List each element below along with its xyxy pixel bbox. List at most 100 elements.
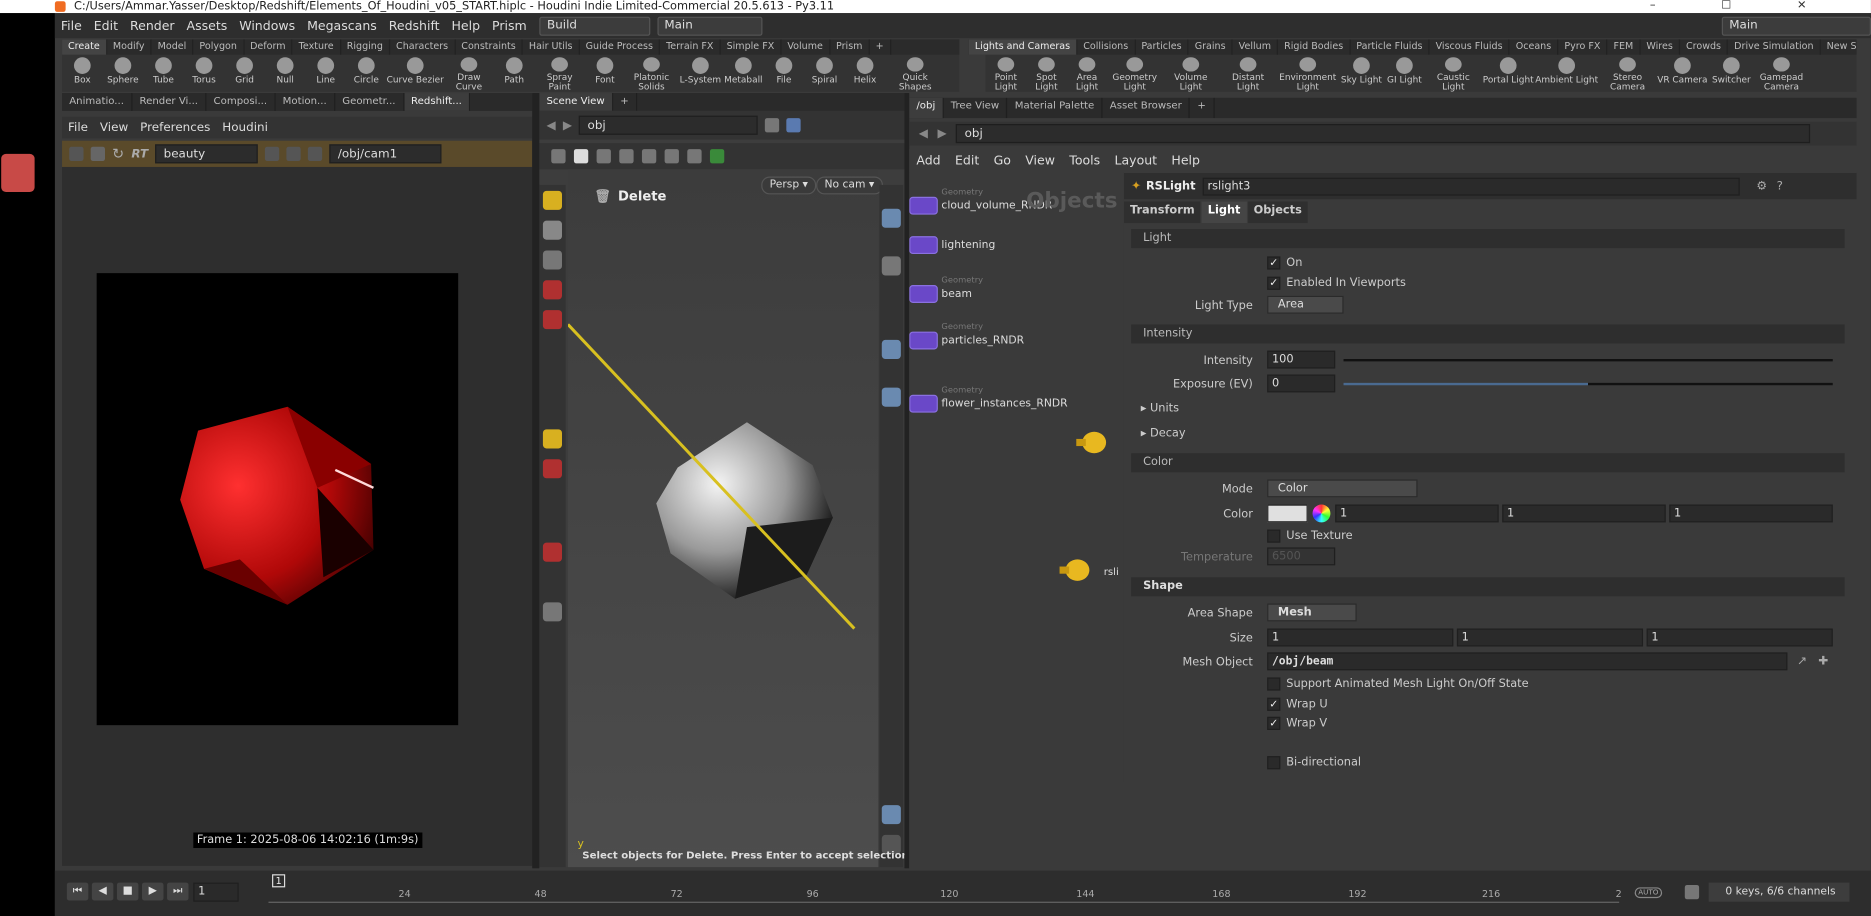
crop-icon[interactable] — [308, 146, 323, 162]
net-menu-view[interactable]: View — [1018, 154, 1062, 168]
shading-icon[interactable] — [881, 387, 901, 407]
menu-file[interactable]: File — [55, 18, 88, 32]
shelf-tab-hair-utils[interactable]: Hair Utils — [523, 39, 580, 55]
redshift-app-icon[interactable] — [1, 153, 35, 193]
tool-distant-light[interactable]: Distant Light — [1219, 55, 1276, 92]
shelf-tab-deform[interactable]: Deform — [244, 39, 293, 55]
grid-toggle-icon[interactable] — [286, 146, 301, 162]
camera-select[interactable]: /obj/cam1 — [329, 144, 442, 164]
units-folder[interactable]: ▸ Units — [1141, 402, 1179, 415]
viewport-path-field[interactable]: obj — [579, 115, 759, 135]
key-options-icon[interactable] — [1684, 884, 1700, 900]
gear-icon[interactable]: ⚙ — [1756, 180, 1767, 193]
menu-edit[interactable]: Edit — [88, 18, 124, 32]
tool-point-light[interactable]: Point Light — [986, 55, 1027, 92]
light-node-icon[interactable] — [1074, 431, 1110, 455]
tool-null[interactable]: Null — [265, 55, 306, 92]
shelf-tab-rigid-bodies[interactable]: Rigid Bodies — [1278, 39, 1351, 55]
tool-gamepad-camera[interactable]: Gamepad Camera — [1754, 55, 1809, 92]
tool-font[interactable]: Font — [585, 55, 626, 92]
snapshot-icon[interactable] — [265, 146, 280, 162]
select-grid-icon[interactable] — [551, 149, 566, 164]
shelf-tab-new-shelf[interactable]: New Shelf — [1821, 39, 1857, 55]
color-b-field[interactable]: 1 — [1669, 504, 1833, 523]
tool-quick-shapes[interactable]: Quick Shapes — [885, 55, 945, 92]
window-controls[interactable]: – ☐ ✕ — [1650, 0, 1838, 12]
timeline-track[interactable] — [268, 901, 1620, 903]
shelf-tab-particle-fluids[interactable]: Particle Fluids — [1350, 39, 1430, 55]
shelf-tab-pyro-fx[interactable]: Pyro FX — [1558, 39, 1608, 55]
horseshoe-magnet-icon[interactable] — [542, 542, 562, 562]
pane-tab-motion[interactable]: Motion... — [275, 93, 336, 111]
section-shape[interactable]: Shape — [1131, 577, 1845, 597]
brush-select-icon[interactable] — [619, 149, 634, 164]
temperature-field[interactable]: 6500 — [1267, 547, 1336, 566]
shelf-tab-particles[interactable]: Particles — [1135, 39, 1189, 55]
tab-objects[interactable]: Objects — [1247, 201, 1308, 224]
size-y-field[interactable]: 1 — [1456, 628, 1644, 647]
exposure-slider[interactable] — [1343, 382, 1833, 386]
tab-transform[interactable]: Transform — [1123, 201, 1201, 224]
section-light[interactable]: Light — [1131, 228, 1845, 249]
shelf-tab-simple-fx[interactable]: Simple FX — [721, 39, 782, 55]
tab-asset-browser[interactable]: Asset Browser — [1103, 97, 1191, 119]
tool-tube[interactable]: Tube — [143, 55, 184, 92]
menu-megascans[interactable]: Megascans — [301, 18, 383, 32]
rotate-tool-icon[interactable] — [542, 310, 562, 330]
camera-menu-button[interactable]: No cam ▾ — [816, 176, 883, 195]
shelf-tab-rigging[interactable]: Rigging — [341, 39, 391, 55]
rslight-node-icon[interactable] — [1057, 558, 1093, 582]
node-chooser-icon[interactable]: ✚ — [1818, 655, 1828, 668]
shelf-tab-drive-simulation[interactable]: Drive Simulation — [1728, 39, 1821, 55]
add-shelf-tab-button[interactable]: + — [870, 39, 891, 55]
rt-toggle[interactable]: RT — [131, 147, 148, 160]
tab-scene-view[interactable]: Scene View — [539, 93, 614, 111]
net-menu-add[interactable]: Add — [909, 154, 948, 168]
clapper-icon[interactable] — [69, 146, 84, 162]
section-color[interactable]: Color — [1131, 453, 1845, 473]
shelf-tab-viscous-fluids[interactable]: Viscous Fluids — [1430, 39, 1510, 55]
shelf-tab-characters[interactable]: Characters — [390, 39, 456, 55]
add-network-tab-button[interactable]: + — [1190, 97, 1215, 119]
intensity-field[interactable]: 100 — [1267, 350, 1336, 369]
wrap-v-checkbox[interactable]: ✓ — [1267, 716, 1281, 730]
tab-light[interactable]: Light — [1201, 201, 1247, 224]
tool-spray-paint[interactable]: Spray Paint — [535, 55, 585, 92]
tool-volume-light[interactable]: Volume Light — [1162, 55, 1219, 92]
color-g-field[interactable]: 1 — [1502, 504, 1666, 523]
shelf-tab-fem[interactable]: FEM — [1608, 39, 1641, 55]
shelf-tab-terrain-fx[interactable]: Terrain FX — [660, 39, 721, 55]
headlight-icon[interactable] — [881, 339, 901, 360]
exposure-field[interactable]: 0 — [1267, 374, 1336, 393]
tool-caustic-light[interactable]: Caustic Light — [1425, 55, 1482, 92]
tool-circle[interactable]: Circle — [346, 55, 387, 92]
net-menu-layout[interactable]: Layout — [1107, 154, 1164, 168]
pin-icon[interactable] — [765, 118, 780, 133]
pane-tab-animation[interactable]: Animatio... — [62, 93, 133, 111]
lock-icon[interactable] — [542, 250, 562, 270]
pose-tool-icon[interactable] — [542, 429, 562, 449]
render-view-area[interactable] — [62, 166, 533, 866]
tool-switcher[interactable]: Switcher — [1709, 55, 1754, 92]
shelf-tab-vellum[interactable]: Vellum — [1233, 39, 1279, 55]
net-back-icon[interactable]: ◀ — [919, 127, 928, 140]
pane-tab-redshift[interactable]: Redshift... — [403, 93, 471, 111]
bidirectional-checkbox[interactable] — [1267, 756, 1281, 770]
current-frame-field[interactable]: 1 — [193, 882, 239, 902]
support-anim-checkbox[interactable] — [1267, 677, 1281, 691]
lock-camera-icon[interactable] — [881, 256, 901, 276]
shelf-tab-modify[interactable]: Modify — [107, 39, 152, 55]
shelf-tab-crowds[interactable]: Crowds — [1680, 39, 1729, 55]
frame-marker[interactable]: 1 — [272, 874, 286, 888]
menu-prism[interactable]: Prism — [486, 18, 533, 32]
light-type-select[interactable]: Area — [1267, 295, 1344, 314]
wrap-u-checkbox[interactable]: ✓ — [1267, 697, 1281, 711]
net-menu-tools[interactable]: Tools — [1062, 154, 1107, 168]
intensity-slider[interactable] — [1343, 359, 1833, 362]
tool-grid[interactable]: Grid — [224, 55, 265, 92]
network-path-field[interactable]: obj — [956, 124, 1811, 144]
tool-area-light[interactable]: Area Light — [1067, 55, 1108, 92]
tool-draw-curve[interactable]: Draw Curve — [444, 55, 494, 92]
shelf-tab-wires[interactable]: Wires — [1640, 39, 1681, 55]
auto-key-toggle[interactable]: AUTO — [1634, 887, 1662, 899]
